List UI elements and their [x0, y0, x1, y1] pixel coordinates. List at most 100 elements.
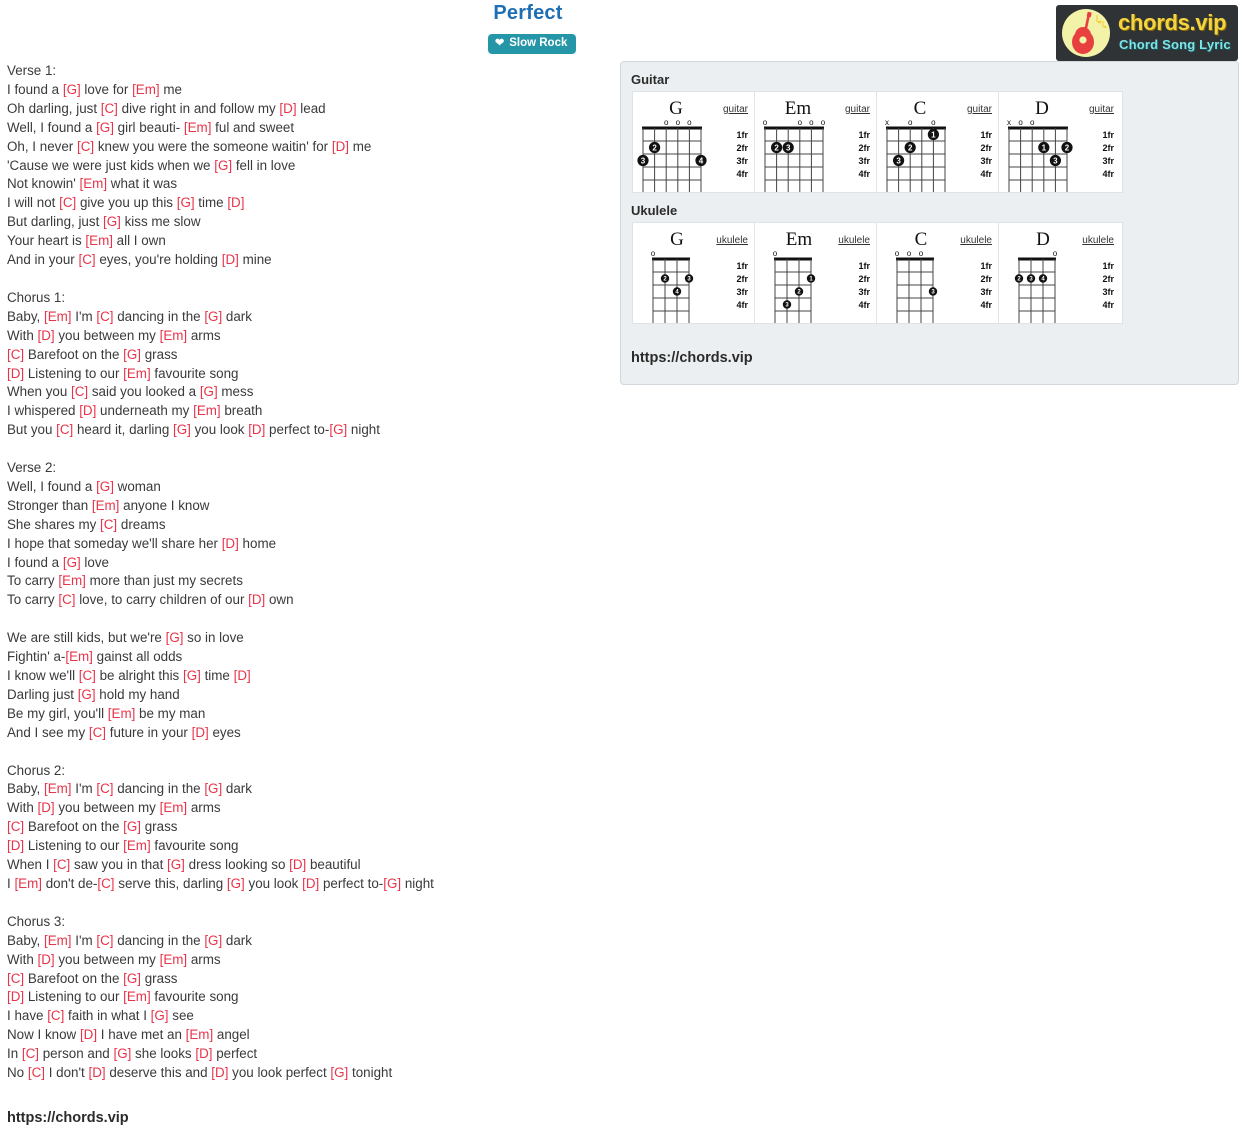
- panel-url[interactable]: https://chords.vip: [631, 350, 753, 366]
- lyric-text: eyes: [208, 724, 241, 740]
- chord-tag: [Em]: [132, 81, 160, 97]
- chord-tag: [C]: [47, 1008, 65, 1024]
- svg-text:2fr: 2fr: [1102, 143, 1114, 153]
- rhythm-badge[interactable]: ❤ Slow Rock: [488, 34, 577, 54]
- chord-diagram-guitar-em[interactable]: Em guitar o o o o 1fr 2fr 3fr 4fr 2 3: [755, 92, 877, 192]
- chord-diagram-guitar-g[interactable]: Gguitar o o o 1fr 2fr 3fr 4fr 2 3 4: [633, 92, 755, 192]
- lyric-text: night: [401, 875, 434, 891]
- chord-tag: [G]: [103, 214, 121, 230]
- chord-diagram-guitar-c[interactable]: Cguitar x o o 1fr 2fr 3fr 4fr 1 2 3: [877, 92, 999, 192]
- svg-text:o: o: [907, 249, 912, 258]
- chord-diagram-ukulele-em[interactable]: Em ukulele o 1fr 2fr 3fr 4fr 1 2 3: [755, 223, 877, 323]
- lyric-line: And I see my [C] future in your [D] eyes: [7, 724, 607, 743]
- footer-url[interactable]: https://chords.vip: [7, 1110, 129, 1126]
- lyric-text: she looks: [131, 1046, 196, 1062]
- svg-text:o: o: [1030, 118, 1035, 127]
- chord-tag: [Em]: [123, 989, 151, 1005]
- guitar-icon: [1072, 11, 1107, 54]
- lyric-line: In [C] person and [G] she looks [D] perf…: [7, 1045, 607, 1064]
- lyric-text: dress looking so: [184, 857, 290, 873]
- lyric-text: home: [238, 535, 277, 551]
- lyric-line: [C] Barefoot on the [G] grass: [7, 346, 607, 365]
- lyric-text: I have met an: [97, 1027, 186, 1043]
- lyric-text: me: [348, 138, 372, 154]
- lyric-line: Oh darling, just [C] dive right in and f…: [7, 100, 607, 119]
- svg-text:1fr: 1fr: [858, 130, 870, 140]
- lyric-text: I found a: [7, 81, 63, 97]
- lyric-line: When I [C] saw you in that [G] dress loo…: [7, 856, 607, 875]
- chord-tag: [D]: [289, 857, 307, 873]
- lyric-text: love: [80, 554, 109, 570]
- lyric-text: more than just my secrets: [85, 573, 243, 589]
- chord-tag: [C]: [78, 668, 96, 683]
- svg-text:o: o: [651, 249, 656, 258]
- lyric-line: [C] Barefoot on the [G] grass: [7, 970, 607, 989]
- lyric-text: all I own: [112, 233, 166, 249]
- lyric-text: beautiful: [306, 857, 361, 873]
- lyric-line: 'Cause we were just kids when we [G] fel…: [7, 157, 607, 176]
- lyric-text: you look perfect: [228, 1065, 331, 1081]
- lyric-text: Chorus 2:: [7, 762, 66, 778]
- lyric-line: I whispered [D] underneath my [Em] breat…: [7, 402, 607, 421]
- svg-text:1fr: 1fr: [1102, 261, 1114, 271]
- lyric-line: No [C] I don't [D] deserve this and [D] …: [7, 1064, 607, 1083]
- site-logo[interactable]: chords.vip Chord Song Lyric: [1056, 5, 1238, 61]
- lyric-text: I hope that someday we'll share her: [7, 535, 222, 551]
- lyric-text: dark: [222, 308, 252, 324]
- lyric-text: When I: [7, 857, 54, 873]
- lyric-text: fell in love: [232, 157, 296, 173]
- svg-text:C: C: [914, 98, 927, 119]
- chord-tag: [Em]: [185, 1027, 214, 1043]
- svg-text:x: x: [885, 118, 889, 127]
- svg-text:2: 2: [652, 143, 657, 152]
- svg-text:1fr: 1fr: [980, 130, 992, 140]
- chord-tag: [C]: [71, 384, 89, 400]
- chord-tag: [G]: [204, 308, 223, 324]
- svg-text:4fr: 4fr: [858, 300, 870, 310]
- lyric-text: I will not: [7, 195, 60, 211]
- lyric-text: anyone I know: [119, 497, 210, 513]
- chord-tag: [C]: [27, 1065, 45, 1081]
- lyric-text: She shares my: [7, 516, 101, 532]
- svg-text:Em: Em: [785, 98, 812, 119]
- chord-tag: [G]: [113, 1046, 132, 1062]
- chord-tag: [Em]: [159, 327, 188, 343]
- chord-tag: [D]: [37, 951, 55, 967]
- svg-text:1fr: 1fr: [980, 261, 992, 271]
- lyric-text: Listening to our: [24, 838, 124, 854]
- lyric-text: In: [7, 1046, 22, 1062]
- svg-text:o: o: [687, 118, 692, 127]
- lyric-line: Oh, I never [C] knew you were the someon…: [7, 138, 607, 157]
- lyric-line: But darling, just [G] kiss me slow: [7, 213, 607, 232]
- chord-diagram-ukulele-g[interactable]: Gukulele o 1fr 2fr 3fr 4fr 2 3 4: [633, 223, 755, 323]
- svg-text:o: o: [1018, 118, 1023, 127]
- lyric-text: Baby,: [7, 932, 44, 948]
- lyric-text: grass: [141, 346, 178, 362]
- lyric-text: you between my: [54, 327, 160, 343]
- lyric-text: But you: [7, 422, 57, 438]
- lyric-text: mess: [217, 384, 254, 400]
- lyric-line: I [Em] don't de-[C] serve this, darling …: [7, 875, 607, 894]
- svg-text:3fr: 3fr: [1102, 156, 1114, 166]
- lyric-line: Your heart is [Em] all I own: [7, 232, 607, 251]
- chord-tag: [C]: [78, 252, 96, 268]
- chord-tag: [D]: [7, 365, 25, 381]
- svg-text:guitar: guitar: [723, 104, 749, 115]
- chord-tag: [Em]: [107, 705, 136, 721]
- lyric-text: Well, I found a: [7, 478, 97, 494]
- svg-text:o: o: [664, 118, 669, 127]
- chord-diagram-ukulele-c[interactable]: Cukulele o o o 1fr 2fr 3fr 4fr 3: [877, 223, 999, 323]
- lyric-text: With: [7, 800, 38, 816]
- lyric-text: grass: [141, 819, 178, 835]
- chord-diagram-ukulele-d[interactable]: Dukulele o 1fr 2fr 3fr 4fr 2 3 4: [999, 223, 1120, 323]
- chord-tag: [C]: [76, 138, 95, 154]
- chord-tag: [Em]: [43, 781, 72, 797]
- chord-diagram-guitar-d[interactable]: Dguitar x o o 1fr 2fr 3fr 4fr 1 2 3: [999, 92, 1120, 192]
- lyric-line: [C] Barefoot on the [G] grass: [7, 818, 607, 837]
- svg-text:2fr: 2fr: [858, 274, 870, 284]
- chord-diagram-panel: Guitar Gguitar o o o 1fr 2fr 3fr 4fr 2 3 4 Em guitar…: [620, 61, 1239, 385]
- lyric-text: dancing in the: [113, 781, 205, 797]
- chord-tag: [D]: [37, 800, 55, 816]
- svg-text:o: o: [908, 118, 913, 127]
- chord-tag: [G]: [329, 422, 348, 438]
